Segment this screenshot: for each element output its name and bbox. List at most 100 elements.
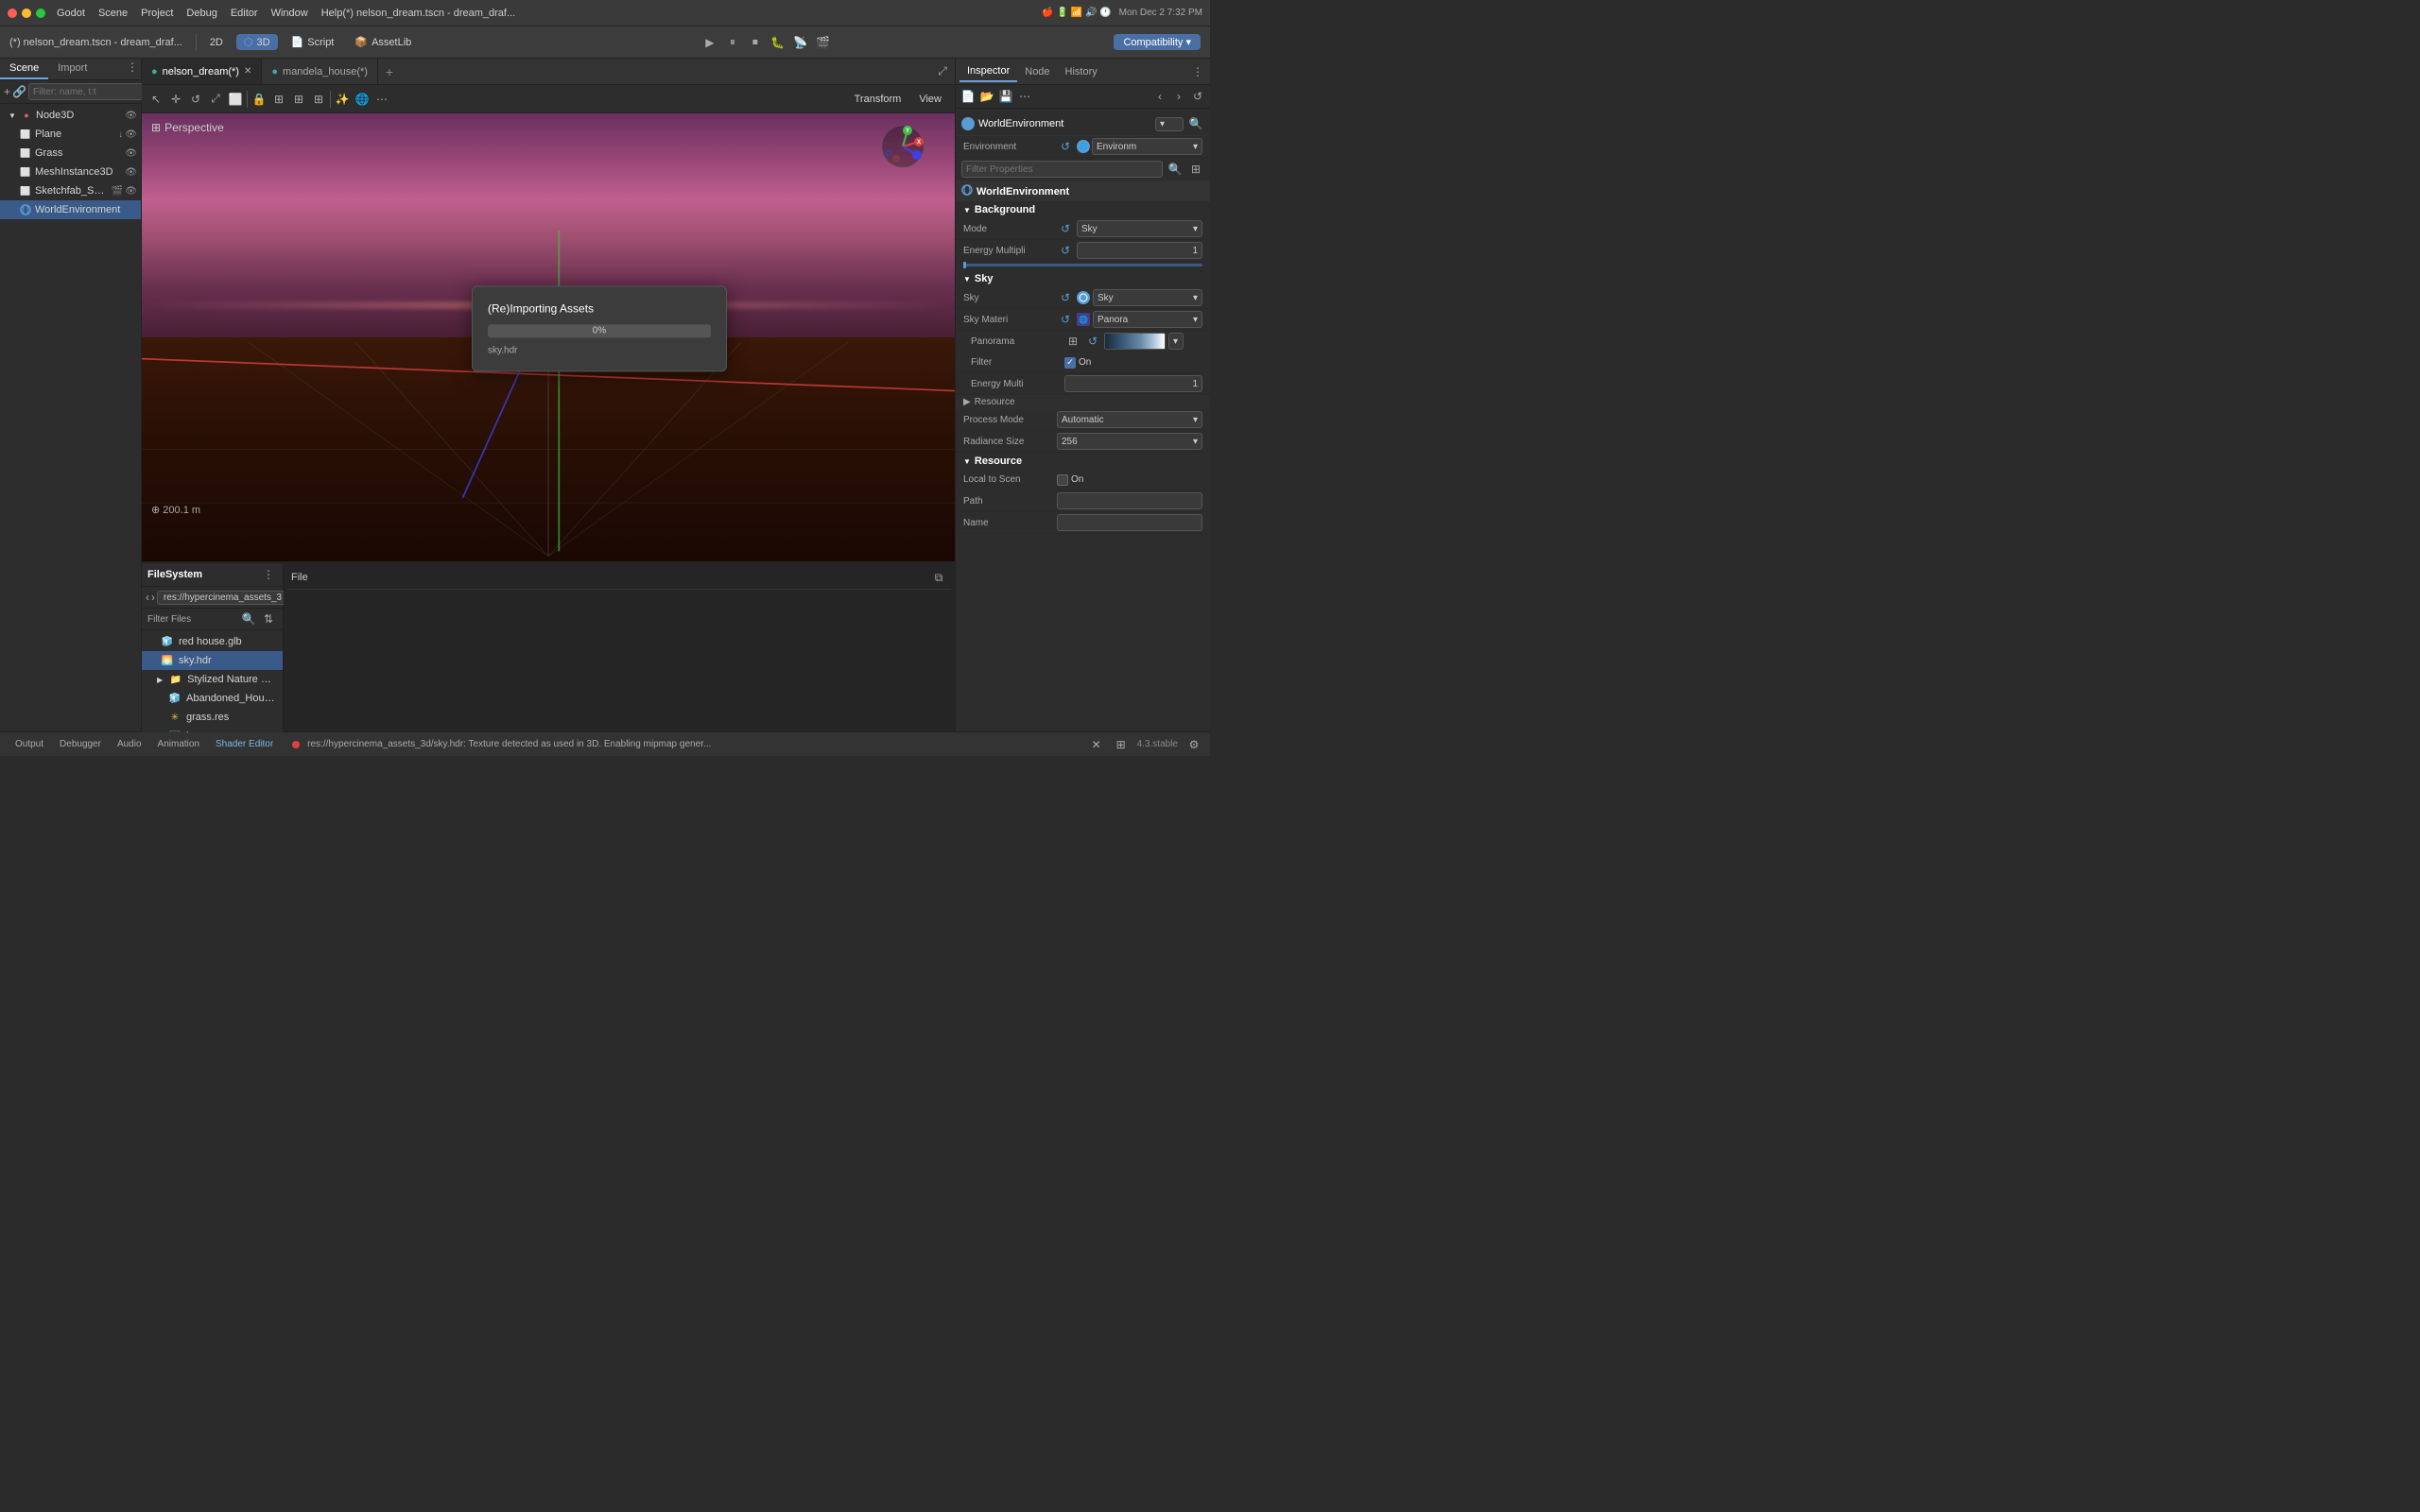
slider-thumb[interactable] <box>963 262 966 268</box>
bg-energy-slider[interactable] <box>963 264 1202 266</box>
tree-item-mesh[interactable]: ⬜ MeshInstance3D 👁 <box>0 163 141 181</box>
grid-tool[interactable]: ⊞ <box>310 91 327 108</box>
menu-project[interactable]: Project <box>141 8 173 19</box>
sky-mat-reset-icon[interactable]: ↺ <box>1057 311 1074 328</box>
refresh-icon[interactable]: ↺ <box>1189 88 1206 105</box>
menu-godot[interactable]: Godot <box>57 8 85 19</box>
group-tool[interactable]: ⊞ <box>270 91 287 108</box>
sketchfab-vis-icon[interactable]: 👁 <box>125 186 137 197</box>
mode-dropdown[interactable]: Sky ▾ <box>1077 220 1202 237</box>
mesh-vis-icon[interactable]: 👁 <box>125 167 137 178</box>
mode-3d-button[interactable]: ⬡ 3D <box>236 34 278 50</box>
remote-icon[interactable]: 📡 <box>792 34 809 51</box>
new-script-icon[interactable]: 📄 <box>959 88 977 105</box>
sky-dropdown[interactable]: Sky ▾ <box>1093 289 1202 306</box>
tab-nelson-close-icon[interactable]: ✕ <box>244 66 251 77</box>
tab-audio[interactable]: Audio <box>110 737 149 751</box>
tree-item-sketchfab[interactable]: ⬜ Sketchfab_Scene 🎬 👁 <box>0 181 141 200</box>
tab-shader-editor[interactable]: Shader Editor <box>208 737 281 751</box>
tab-scene[interactable]: Scene <box>0 59 48 79</box>
snap-tool[interactable]: ⊞ <box>290 91 307 108</box>
tab-history[interactable]: History <box>1058 62 1105 81</box>
resource2-section[interactable]: ▼ Resource <box>956 453 1210 470</box>
link-node-button[interactable]: 🔗 <box>12 83 26 100</box>
lock-tool[interactable]: 🔒 <box>251 91 268 108</box>
tree-item-node3d[interactable]: ▼ ● Node3D 👁 <box>0 106 141 125</box>
filter-checkbox[interactable]: ✓ <box>1064 357 1076 369</box>
viewport-menu[interactable]: ⋯ <box>373 91 390 108</box>
copy-file-icon[interactable]: ⧉ <box>930 569 947 586</box>
menu-editor[interactable]: Editor <box>231 8 258 19</box>
fs-item-red-house[interactable]: 🧊 red house.glb <box>142 632 283 651</box>
add-node-button[interactable]: + <box>4 83 10 100</box>
tab-debugger[interactable]: Debugger <box>52 737 109 751</box>
plane-vis-icon[interactable]: 👁 <box>125 129 137 140</box>
world-env-section[interactable]: WorldEnvironment <box>956 181 1210 201</box>
inspector-menu-icon[interactable]: ⋮ <box>1189 63 1206 80</box>
move-tool[interactable]: ✛ <box>167 91 184 108</box>
fs-sort-icon[interactable]: ⇅ <box>260 610 277 627</box>
close-button[interactable] <box>8 9 17 18</box>
filter-status-icon[interactable]: ⊞ <box>1113 736 1130 753</box>
scale-tool[interactable]: ⤢ <box>207 91 224 108</box>
maximize-button[interactable] <box>36 9 45 18</box>
name-input[interactable] <box>1057 514 1202 531</box>
next-icon[interactable]: › <box>1170 88 1187 105</box>
menu-scene[interactable]: Scene <box>98 8 128 19</box>
path-input[interactable] <box>1057 492 1202 509</box>
node-search-icon[interactable]: 🔍 <box>1187 115 1204 132</box>
tab-inspector[interactable]: Inspector <box>959 61 1017 82</box>
pano-reset-icon[interactable]: ↺ <box>1084 333 1101 350</box>
globe-tool[interactable]: 🌐 <box>354 91 371 108</box>
sky-mat-dropdown[interactable]: Panora ▾ <box>1093 311 1202 328</box>
play-button[interactable]: ▶ <box>701 34 718 51</box>
fs-item-icon[interactable]: 🖼 icon.svg <box>142 727 283 732</box>
tab-output[interactable]: Output <box>8 737 51 751</box>
stop-button[interactable]: ⏹ <box>747 34 764 51</box>
filter-props-input[interactable] <box>961 161 1163 178</box>
tree-item-plane[interactable]: ⬜ Plane ↓ 👁 <box>0 125 141 144</box>
rect-tool[interactable]: ⬜ <box>227 91 244 108</box>
fs-item-grass[interactable]: ✳ grass.res <box>142 708 283 727</box>
movie-icon[interactable]: 🎬 <box>815 34 832 51</box>
menu-debug[interactable]: Debug <box>186 8 216 19</box>
open-script-icon[interactable]: 📂 <box>978 88 995 105</box>
bg-energy-reset-icon[interactable]: ↺ <box>1057 242 1074 259</box>
fs-forward-icon[interactable]: › <box>151 589 155 606</box>
grass-vis-icon[interactable]: 👁 <box>125 148 137 159</box>
tab-animation[interactable]: Animation <box>150 737 207 751</box>
expand-viewport-button[interactable]: ⤢ <box>934 63 951 80</box>
mode-reset-icon[interactable]: ↺ <box>1057 220 1074 237</box>
sky-section[interactable]: ▼ Sky <box>956 270 1210 287</box>
fs-item-abandoned[interactable]: 🧊 Abandoned_House.fbx <box>142 689 283 708</box>
resource-subsection[interactable]: ▶ Resource <box>956 395 1210 409</box>
bg-energy-input[interactable]: 1 <box>1077 242 1202 259</box>
fs-path-input[interactable]: res://hypercinema_assets_3 <box>157 591 288 605</box>
fs-item-sky[interactable]: 🌅 sky.hdr <box>142 651 283 670</box>
compatibility-button[interactable]: Compatibility ▾ <box>1114 34 1201 50</box>
mode-2d-button[interactable]: 2D <box>202 35 231 50</box>
expand-icon[interactable]: ▼ <box>8 111 17 120</box>
scene-menu-icon[interactable]: ⋮ <box>124 59 141 76</box>
pano-dropdown[interactable]: ▾ <box>1168 333 1184 350</box>
menu-help[interactable]: Help <box>321 8 343 19</box>
script-opts-icon[interactable]: ⋯ <box>1016 88 1033 105</box>
fs-menu-icon[interactable]: ⋮ <box>260 566 277 583</box>
tab-node[interactable]: Node <box>1017 62 1057 81</box>
filter-search-icon[interactable]: 🔍 <box>1167 161 1184 178</box>
close-status-icon[interactable]: ✕ <box>1088 736 1105 753</box>
visibility-icon[interactable]: 👁 <box>125 111 137 121</box>
mode-script-button[interactable]: 📄 Script <box>284 34 342 50</box>
background-section[interactable]: ▼ Background <box>956 201 1210 218</box>
settings-icon[interactable]: ⚙ <box>1185 736 1202 753</box>
tab-mandela-house[interactable]: ● mandela_house(*) <box>262 59 378 84</box>
pause-button[interactable]: ⏸ <box>724 34 741 51</box>
add-tab-button[interactable]: + <box>378 64 401 79</box>
fs-back-icon[interactable]: ‹ <box>146 589 149 606</box>
debug-icon[interactable]: 🐛 <box>769 34 786 51</box>
menu-window[interactable]: Window <box>271 8 308 19</box>
radiance-dropdown[interactable]: 256 ▾ <box>1057 433 1202 450</box>
viewport-3d[interactable]: ⊞ Perspective Y X <box>142 113 955 561</box>
filter-opts-icon[interactable]: ⊞ <box>1187 161 1204 178</box>
select-tool[interactable]: ↖ <box>147 91 164 108</box>
